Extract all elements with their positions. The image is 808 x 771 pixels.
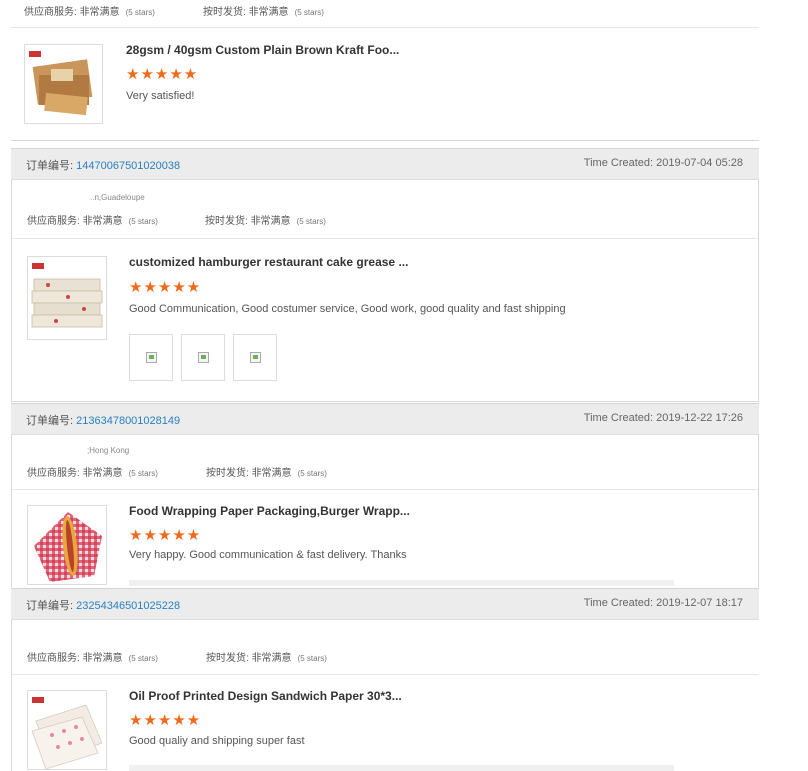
broken-image-icon — [146, 352, 157, 363]
product-thumbnail[interactable] — [27, 505, 107, 585]
supplier-service-rating: 供应商服务: 非常满意 (5 stars) — [24, 7, 155, 18]
product-name-link[interactable]: customized hamburger restaurant cake gre… — [129, 255, 408, 269]
order-card: 供应商服务: 非常满意 (5 stars) 按时发货: 非常满意 (5 stars)… — [11, 620, 759, 771]
review-text: Very happy. Good communication & fast de… — [129, 549, 407, 561]
order-number-label: 订单编号: 23254346501025228 — [26, 600, 181, 612]
supplier-service-rating: 供应商服务: 非常满意 (5 stars) — [27, 653, 158, 664]
product-thumbnail[interactable] — [24, 44, 103, 124]
buyer-location: ..n,Guadeloupe — [90, 193, 145, 202]
star-rating: ★★★★★ — [129, 527, 202, 544]
on-time-delivery-rating: 按时发货: 非常满意 (5 stars) — [203, 7, 324, 18]
product-thumbnail[interactable] — [27, 690, 107, 770]
product-name-link[interactable]: Oil Proof Printed Design Sandwich Paper … — [129, 689, 402, 703]
star-rating: ★★★★★ — [129, 279, 202, 296]
time-created: Time Created: 2019-12-07 18:17 — [583, 597, 743, 609]
review-text: Good Communication, Good costumer servic… — [129, 303, 566, 315]
time-created: Time Created: 2019-12-22 17:26 — [583, 412, 743, 424]
broken-image-icon — [198, 352, 209, 363]
section-divider — [11, 27, 759, 28]
section-divider — [12, 489, 758, 490]
star-rating: ★★★★★ — [129, 712, 202, 729]
reply-box — [129, 580, 674, 586]
section-divider — [12, 238, 758, 239]
order-header: 订单编号: 23254346501025228 Time Created: 20… — [11, 588, 759, 620]
star-rating: ★★★★★ — [126, 66, 199, 83]
order-number-label: 订单编号: 14470067501020038 — [26, 160, 181, 172]
review-photo[interactable] — [129, 334, 173, 381]
product-name-link[interactable]: 28gsm / 40gsm Custom Plain Brown Kraft F… — [126, 43, 399, 57]
product-name-link[interactable]: Food Wrapping Paper Packaging,Burger Wra… — [129, 504, 410, 518]
reply-box — [129, 765, 674, 771]
order-number-link[interactable]: 23254346501025228 — [76, 600, 180, 612]
section-divider — [11, 140, 759, 141]
review-text: Very satisfied! — [126, 90, 195, 102]
order-number-label: 订单编号: 21363478001028149 — [26, 415, 181, 427]
order-number-link[interactable]: 14470067501020038 — [76, 160, 180, 172]
section-divider — [12, 674, 759, 675]
on-time-delivery-rating: 按时发货: 非常满意 (5 stars) — [205, 216, 326, 227]
supplier-service-rating: 供应商服务: 非常满意 (5 stars) — [27, 216, 158, 227]
broken-image-icon — [250, 352, 261, 363]
order-card: ..n,Guadeloupe 供应商服务: 非常满意 (5 stars) 按时发货… — [11, 180, 759, 402]
on-time-delivery-rating: 按时发货: 非常满意 (5 stars) — [206, 468, 327, 479]
review-text: Good qualiy and shipping super fast — [129, 735, 305, 747]
product-thumbnail[interactable] — [27, 256, 107, 340]
on-time-delivery-rating: 按时发货: 非常满意 (5 stars) — [206, 653, 327, 664]
order-card: ;Hong Kong 供应商服务: 非常满意 (5 stars) 按时发货: 非常… — [11, 435, 759, 587]
buyer-location: ;Hong Kong — [87, 446, 130, 455]
order-header: 订单编号: 14470067501020038 Time Created: 20… — [11, 148, 759, 180]
review-photo[interactable] — [233, 334, 277, 381]
order-number-link[interactable]: 21363478001028149 — [76, 415, 180, 427]
order-header: 订单编号: 21363478001028149 Time Created: 20… — [11, 403, 759, 435]
review-photo[interactable] — [181, 334, 225, 381]
supplier-service-rating: 供应商服务: 非常满意 (5 stars) — [27, 468, 158, 479]
time-created: Time Created: 2019-07-04 05:28 — [583, 157, 743, 169]
